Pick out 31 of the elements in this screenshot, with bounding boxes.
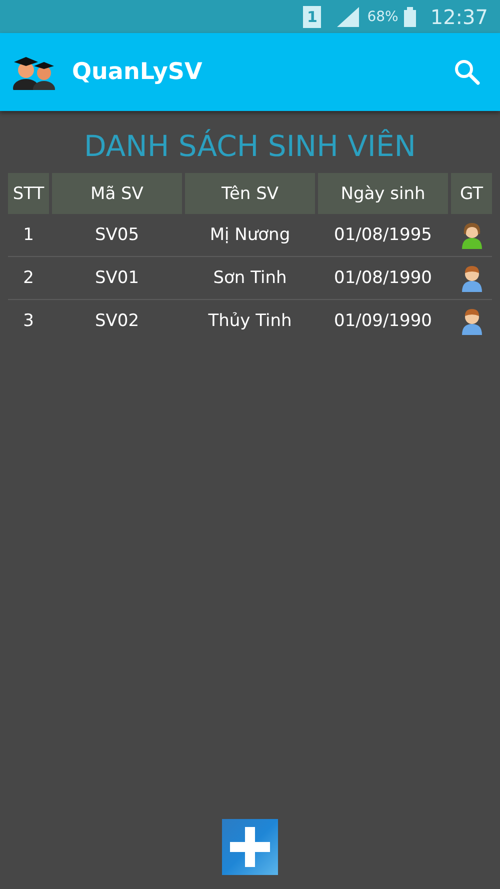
- plus-icon: [230, 827, 270, 867]
- table-cell-text: SV02: [94, 311, 140, 331]
- search-icon: [454, 59, 480, 85]
- male-avatar-icon: [460, 264, 482, 292]
- table-cell-text: 1: [22, 225, 35, 245]
- table-cell-text: Sơn Tinh: [212, 268, 288, 288]
- signal-icon: [337, 6, 360, 26]
- column-header: STT: [8, 173, 49, 214]
- table-cell-text: 2: [22, 268, 35, 288]
- battery-icon: [404, 6, 416, 26]
- table-cell-text: SV01: [94, 268, 140, 288]
- table-cell-text: 01/08/1995: [333, 225, 433, 245]
- table-cell-text: 01/09/1990: [333, 311, 433, 331]
- sim-indicator: 1: [303, 6, 322, 28]
- column-header: GT: [451, 173, 492, 214]
- column-header: Mã SV: [52, 173, 182, 214]
- table-cell-text: Mị Nương: [208, 225, 292, 245]
- app-title: QuanLySV: [72, 59, 204, 85]
- column-header: Tên SV: [185, 173, 315, 214]
- add-button[interactable]: [222, 819, 278, 875]
- table-cell-text: 01/08/1990: [333, 268, 433, 288]
- graduates-icon: [12, 54, 56, 90]
- table-cell-text: SV05: [94, 225, 140, 245]
- male-avatar-icon: [460, 307, 482, 335]
- battery-percent: 68%: [367, 8, 398, 24]
- clock: 12:37: [430, 4, 488, 28]
- column-header: Ngày sinh: [318, 173, 448, 214]
- page-heading: DANH SÁCH SINH VIÊN: [84, 129, 416, 163]
- table-cell-text: 3: [22, 311, 35, 331]
- table-cell-text: Thủy Tinh: [207, 311, 293, 331]
- female-avatar-icon: [460, 221, 482, 249]
